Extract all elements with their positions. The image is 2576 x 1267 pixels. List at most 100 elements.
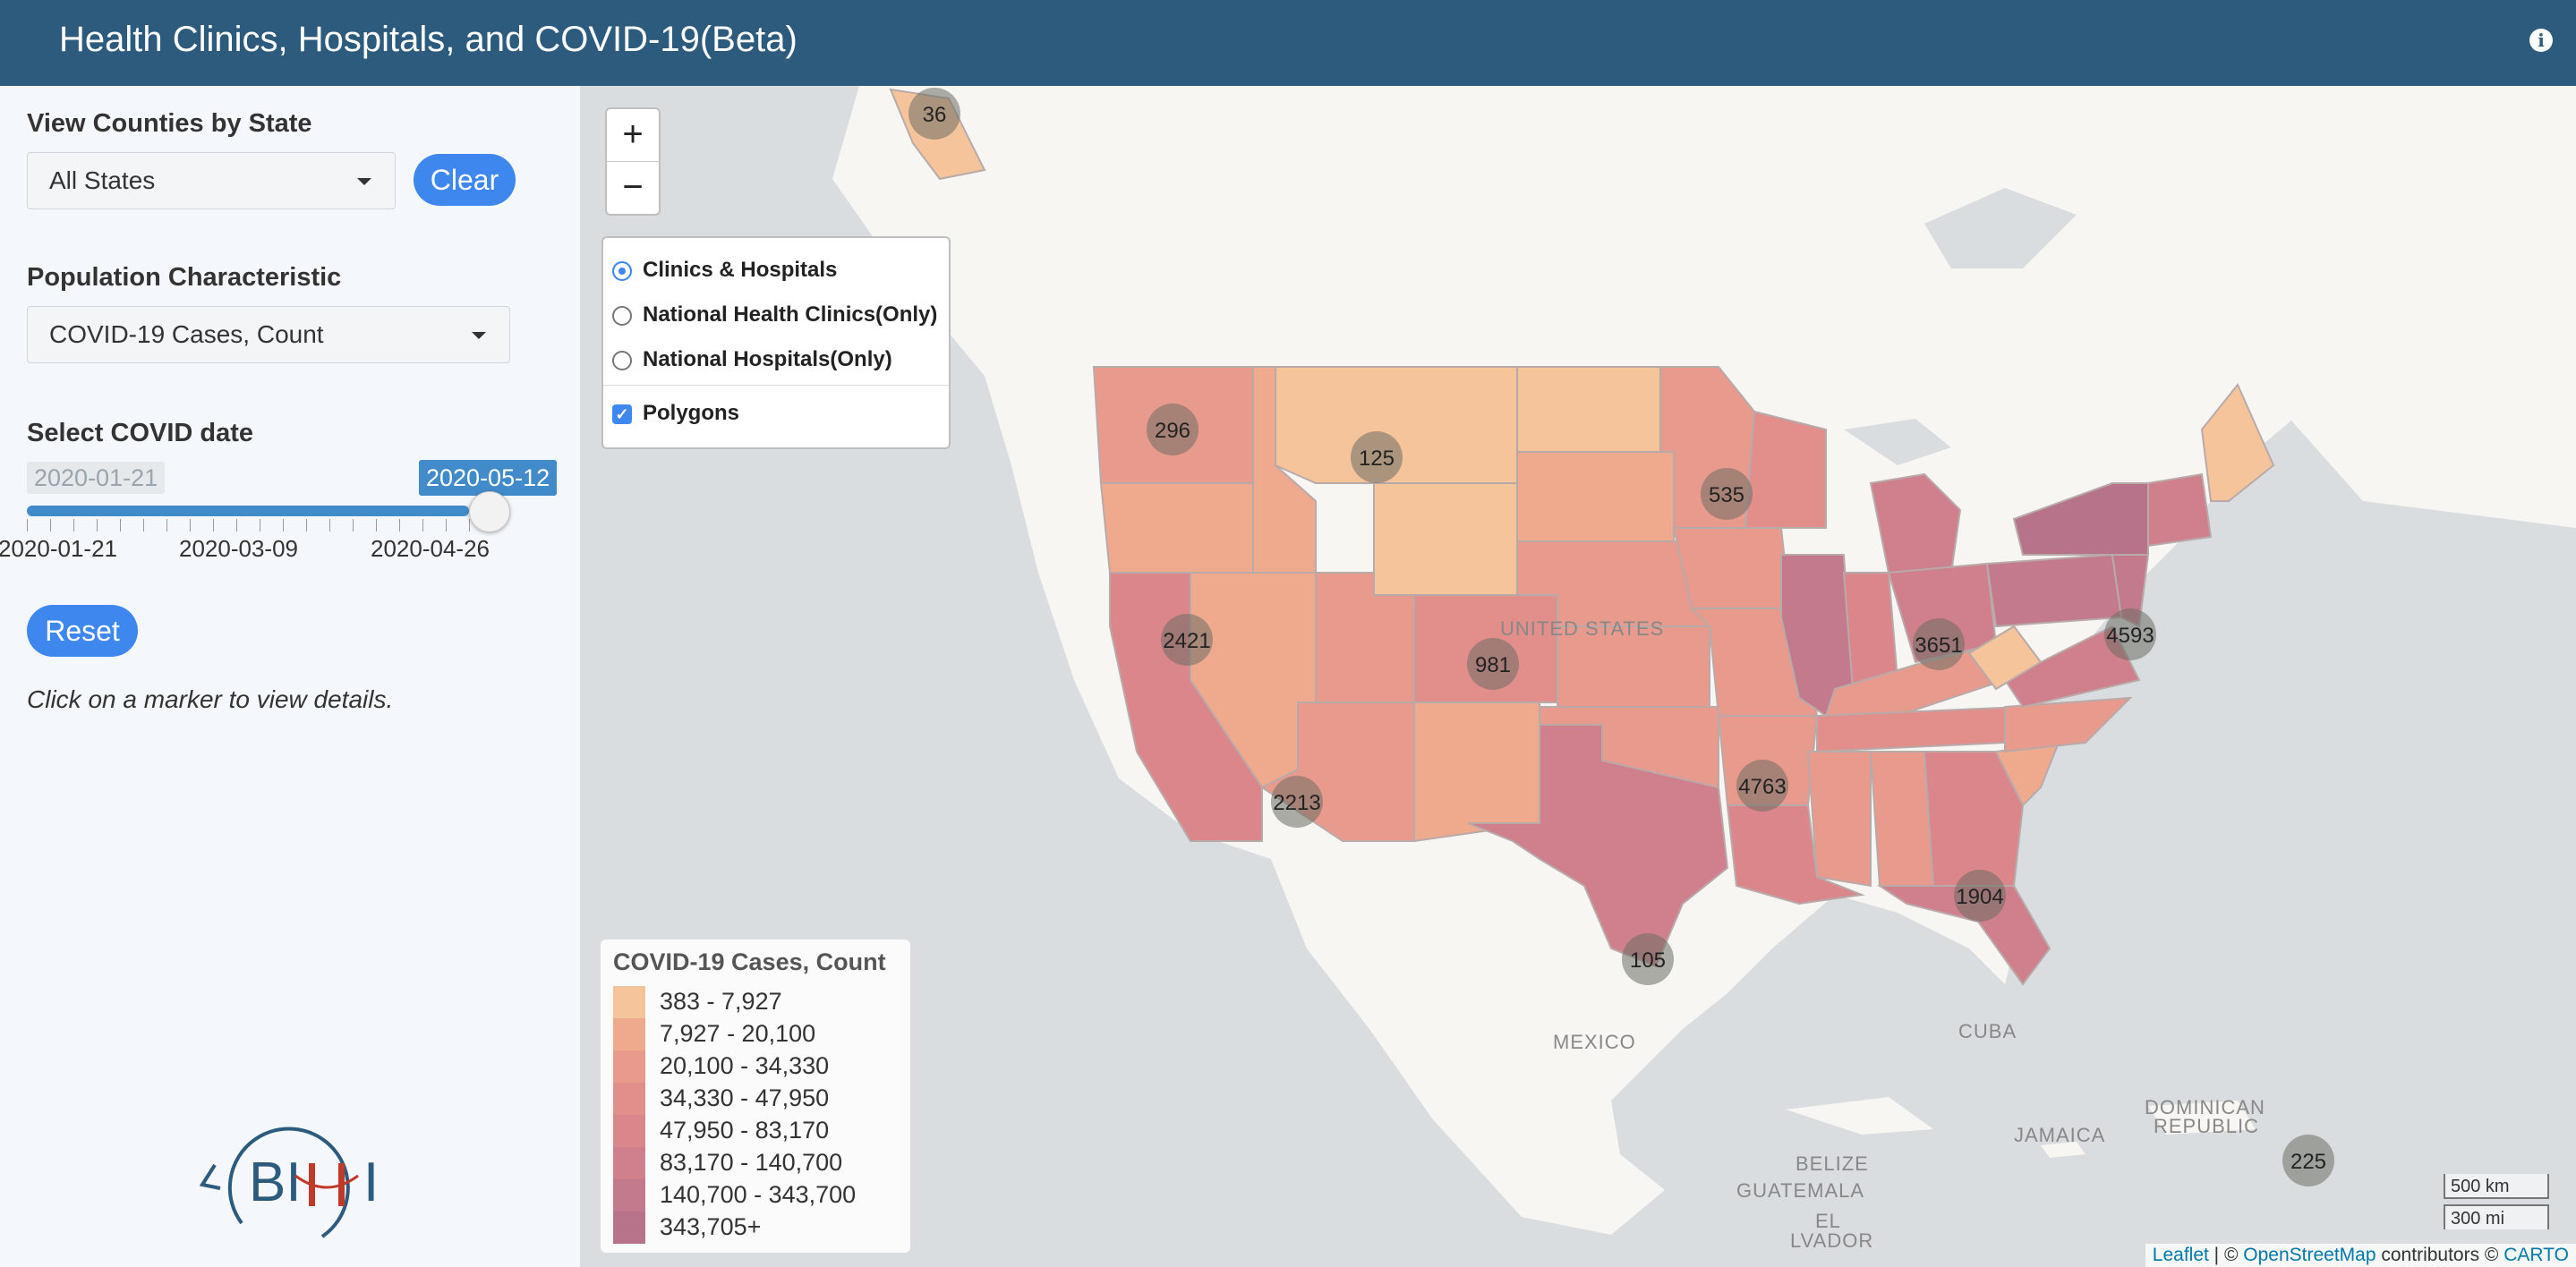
cluster-marker[interactable]: 981 bbox=[1467, 638, 1519, 690]
layer-option-label: Clinics & Hospitals bbox=[643, 258, 838, 282]
map-attribution: Leaflet | © OpenStreetMap contributors ©… bbox=[2145, 1244, 2576, 1267]
date-slider[interactable] bbox=[27, 506, 492, 516]
place-label-cuba: CUBA bbox=[1958, 1020, 2017, 1042]
cluster-marker[interactable]: 225 bbox=[2282, 1135, 2334, 1186]
place-label-el-2: LVADOR bbox=[1790, 1229, 1873, 1252]
state-polygon-iowa[interactable] bbox=[1672, 527, 1792, 609]
cluster-marker[interactable]: 36 bbox=[908, 88, 960, 140]
place-label-us: UNITED STATES bbox=[1500, 617, 1664, 640]
svg-text:4763: 4763 bbox=[1738, 775, 1786, 799]
legend-label: 343,705+ bbox=[660, 1213, 762, 1240]
svg-text:125: 125 bbox=[1359, 446, 1395, 471]
reset-button[interactable]: Reset bbox=[27, 605, 138, 657]
legend-swatch bbox=[613, 1115, 645, 1147]
cluster-marker[interactable]: 4593 bbox=[2104, 608, 2156, 660]
state-polygon-new-england[interactable] bbox=[2147, 472, 2213, 548]
slider-tick-label: 2020-04-26 bbox=[371, 535, 490, 562]
svg-text:3651: 3651 bbox=[1915, 634, 1962, 658]
state-polygon-indiana[interactable] bbox=[1842, 572, 1899, 691]
clear-button[interactable]: Clear bbox=[414, 154, 516, 206]
radio-icon[interactable] bbox=[612, 306, 632, 326]
cluster-marker[interactable]: 2421 bbox=[1161, 614, 1213, 666]
population-select[interactable]: COVID-19 Cases, Count bbox=[27, 306, 510, 363]
info-icon[interactable]: i bbox=[2529, 29, 2553, 52]
cluster-marker[interactable]: 2213 bbox=[1271, 776, 1323, 828]
state-select-value: All States bbox=[49, 166, 156, 194]
slider-handle[interactable] bbox=[469, 491, 510, 532]
bimi-logo: BI I bbox=[199, 1127, 379, 1238]
slider-fill bbox=[27, 506, 469, 516]
state-polygon-oregon[interactable] bbox=[1099, 482, 1254, 574]
layer-option-label: National Hospitals(Only) bbox=[643, 347, 892, 371]
leaflet-link[interactable]: Leaflet bbox=[2153, 1245, 2209, 1265]
svg-text:535: 535 bbox=[1709, 483, 1744, 507]
place-label-dominican-2: REPUBLIC bbox=[2154, 1115, 2259, 1137]
overlay-label: Polygons bbox=[643, 401, 740, 425]
cluster-marker[interactable]: 296 bbox=[1147, 404, 1198, 455]
svg-text:2421: 2421 bbox=[1163, 629, 1210, 653]
radio-selected-icon[interactable] bbox=[612, 261, 632, 281]
legend-label: 47,950 - 83,170 bbox=[660, 1117, 830, 1144]
state-select[interactable]: All States bbox=[27, 152, 396, 209]
header-bar: Health Clinics, Hospitals, and COVID-19(… bbox=[0, 0, 2576, 86]
chevron-down-icon bbox=[357, 178, 371, 185]
svg-text:BI: BI bbox=[249, 1152, 302, 1213]
legend-label: 20,100 - 34,330 bbox=[660, 1052, 830, 1079]
date-label: Select COVID date bbox=[27, 419, 254, 447]
slider-current-value: 2020-05-12 bbox=[419, 460, 558, 496]
cluster-marker[interactable]: 3651 bbox=[1913, 618, 1965, 670]
legend-label: 7,927 - 20,100 bbox=[660, 1020, 816, 1047]
state-polygon-north-dakota[interactable] bbox=[1516, 366, 1661, 453]
radio-icon[interactable] bbox=[612, 351, 632, 370]
state-polygon-south-dakota[interactable] bbox=[1516, 451, 1675, 542]
state-polygon-new-mexico[interactable] bbox=[1413, 702, 1540, 843]
cluster-marker[interactable]: 105 bbox=[1622, 933, 1674, 985]
layers-control: Clinics & Hospitals National Health Clin… bbox=[601, 236, 951, 449]
legend-swatch bbox=[613, 1018, 645, 1050]
attribution-text: contributors © bbox=[2376, 1245, 2504, 1265]
svg-text:4593: 4593 bbox=[2106, 624, 2154, 648]
legend-swatch bbox=[613, 1179, 645, 1212]
place-label-belize: BELIZE bbox=[1796, 1152, 1869, 1175]
svg-text:296: 296 bbox=[1155, 419, 1190, 443]
attribution-text: | © bbox=[2208, 1245, 2244, 1265]
state-filter-label: View Counties by State bbox=[27, 109, 312, 138]
cluster-marker[interactable]: 1904 bbox=[1954, 870, 2006, 922]
chevron-down-icon bbox=[472, 332, 486, 339]
checkbox-checked-icon[interactable]: ✓ bbox=[612, 404, 632, 424]
svg-text:36: 36 bbox=[923, 103, 947, 127]
state-polygon-mississippi[interactable] bbox=[1806, 751, 1872, 888]
place-label-jamaica: JAMAICA bbox=[2014, 1124, 2105, 1146]
cluster-marker[interactable]: 535 bbox=[1701, 468, 1753, 520]
place-label-mexico: MEXICO bbox=[1553, 1031, 1636, 1053]
legend-label: 383 - 7,927 bbox=[660, 988, 782, 1015]
svg-text:I: I bbox=[363, 1152, 379, 1213]
zoom-out-button[interactable]: − bbox=[605, 161, 661, 216]
slider-tick-label: 2020-03-09 bbox=[179, 535, 298, 562]
state-polygon-alabama[interactable] bbox=[1869, 751, 1935, 887]
legend-swatch bbox=[613, 986, 645, 1018]
place-label-guatemala: GUATEMALA bbox=[1736, 1179, 1864, 1202]
legend-swatch bbox=[613, 1147, 645, 1179]
layers-divider bbox=[603, 385, 949, 386]
population-label: Population Characteristic bbox=[27, 263, 342, 292]
scale-mi: 300 mi bbox=[2444, 1204, 2549, 1229]
state-polygon-pennsylvania[interactable] bbox=[1985, 553, 2123, 628]
cluster-marker[interactable]: 125 bbox=[1351, 431, 1403, 483]
legend-swatch bbox=[613, 1083, 645, 1115]
carto-link[interactable]: CARTO bbox=[2503, 1245, 2569, 1265]
state-polygon-wyoming[interactable] bbox=[1373, 482, 1518, 596]
slider-tick-label: 2020-01-21 bbox=[0, 535, 117, 562]
legend-label: 34,330 - 47,950 bbox=[660, 1084, 830, 1111]
osm-link[interactable]: OpenStreetMap bbox=[2243, 1245, 2376, 1265]
cluster-marker[interactable]: 4763 bbox=[1736, 760, 1788, 812]
zoom-in-button[interactable]: + bbox=[605, 107, 661, 163]
app-title: Health Clinics, Hospitals, and COVID-19(… bbox=[59, 20, 798, 59]
map-legend: COVID-19 Cases, Count 383 - 7,927 7,927 -… bbox=[601, 940, 910, 1253]
state-polygon-wisconsin[interactable] bbox=[1744, 410, 1827, 529]
scale-bar: 500 km 300 mi bbox=[2444, 1174, 2560, 1233]
svg-text:2213: 2213 bbox=[1273, 791, 1320, 815]
click-hint: Click on a marker to view details. bbox=[27, 685, 394, 713]
slider-min-label: 2020-01-21 bbox=[27, 462, 166, 494]
legend-swatch bbox=[613, 1212, 645, 1244]
